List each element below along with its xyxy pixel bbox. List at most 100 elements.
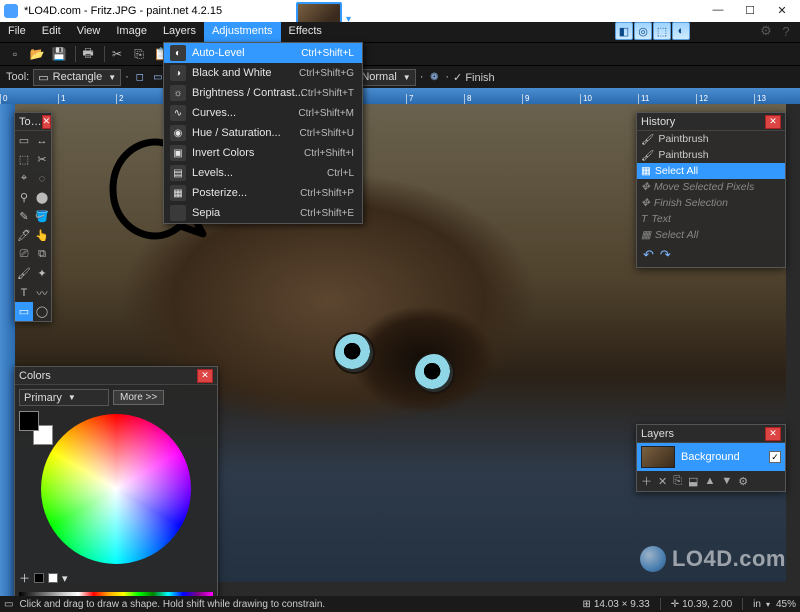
tool-paint-bucket[interactable]: ✎ xyxy=(15,207,33,226)
tool-move[interactable]: ↔ xyxy=(33,131,51,150)
unit-selector[interactable]: in▾ xyxy=(753,599,770,610)
menu-item-levels[interactable]: ▤ Levels...Ctrl+L xyxy=(164,163,362,183)
status-bar: ▭ Click and drag to draw a shape. Hold s… xyxy=(0,596,800,612)
image-content xyxy=(335,334,373,372)
layer-visibility-checkbox[interactable]: ✓ xyxy=(769,451,781,463)
tool-pan[interactable]: ⬤ xyxy=(33,188,51,207)
history-item[interactable]: ✥Move Selected Pixels xyxy=(637,179,785,195)
close-icon[interactable]: ✕ xyxy=(197,369,213,383)
tool-lasso[interactable]: ⬚ xyxy=(15,150,33,169)
settings-icon[interactable]: ⚙ xyxy=(758,23,774,39)
menu-view[interactable]: View xyxy=(69,22,109,42)
help-icon[interactable]: ? xyxy=(778,23,794,39)
layer-down-icon[interactable]: ▼ xyxy=(721,475,732,487)
redo-icon[interactable]: ↷ xyxy=(660,247,671,263)
menu-file[interactable]: File xyxy=(0,22,34,42)
color-wheel[interactable] xyxy=(41,414,191,564)
tool-clone-stamp[interactable]: 🖌 xyxy=(15,264,33,283)
add-color-icon[interactable]: ＋ xyxy=(19,570,30,586)
tool-paintbrush[interactable]: 🖊 xyxy=(15,226,33,245)
history-item[interactable]: ✥Finish Selection xyxy=(637,195,785,211)
tool-text[interactable]: T xyxy=(15,283,33,302)
close-icon[interactable]: ✕ xyxy=(765,115,781,129)
tool-shapes[interactable]: ▭ xyxy=(15,302,33,321)
tool-pencil[interactable]: ⎚ xyxy=(15,245,33,264)
add-layer-icon[interactable]: ＋ xyxy=(641,473,652,489)
copy-icon[interactable]: ⎘ xyxy=(130,45,148,63)
tool-eraser[interactable]: 👆 xyxy=(33,226,51,245)
menu-layers[interactable]: Layers xyxy=(155,22,204,42)
menu-item-curves[interactable]: ∿ Curves...Ctrl+Shift+M xyxy=(164,103,362,123)
save-icon[interactable]: 💾 xyxy=(50,45,68,63)
primary-color-swatch[interactable] xyxy=(19,411,39,431)
tool-shapes-alt[interactable]: ◯ xyxy=(33,302,51,321)
chevron-down-icon: ▼ xyxy=(403,73,411,82)
close-icon[interactable]: ✕ xyxy=(42,115,52,129)
merge-layer-icon[interactable]: ⬓ xyxy=(688,475,698,488)
panel-toggle-layers[interactable]: ⬚ xyxy=(653,22,671,40)
shape-style-icon[interactable]: ◻ xyxy=(133,70,147,84)
ruler-horizontal: 012 345 678 91011 121314 xyxy=(0,88,800,104)
tool-move-selection[interactable]: ✂ xyxy=(33,150,51,169)
menu-image[interactable]: Image xyxy=(108,22,155,42)
history-item[interactable]: ▦Select All xyxy=(637,163,785,179)
menu-item-sepia[interactable]: SepiaCtrl+Shift+E xyxy=(164,203,362,223)
menu-item-posterize[interactable]: ▦ Posterize...Ctrl+Shift+P xyxy=(164,183,362,203)
color-mode-selector[interactable]: Primary▼ xyxy=(19,389,109,406)
color-swatches[interactable] xyxy=(19,411,53,445)
window-maximize-button[interactable]: ☐ xyxy=(734,0,766,20)
tools-panel: To… ✕ ▭ ↔ ⬚ ✂ ⌖ ◌ ⚲ ⬤ ✎ 🪣 🖊 👆 ⎚ ⧉ 🖌 ✦ T … xyxy=(14,112,52,322)
history-item[interactable]: 🖌Paintbrush xyxy=(637,131,785,147)
palette-color[interactable] xyxy=(34,573,44,583)
new-icon[interactable]: ▫ xyxy=(6,45,24,63)
zoom-control[interactable]: 45% xyxy=(776,599,796,610)
window-close-button[interactable]: ✕ xyxy=(766,0,798,20)
finish-button[interactable]: ✓ Finish xyxy=(453,71,495,84)
panel-title: Layers xyxy=(641,428,674,440)
layer-row[interactable]: Background ✓ xyxy=(637,443,785,471)
delete-layer-icon[interactable]: ✕ xyxy=(658,475,667,488)
palette-color[interactable] xyxy=(48,573,58,583)
palette-menu-icon[interactable]: ▾ xyxy=(62,572,68,585)
undo-icon[interactable]: ↶ xyxy=(643,247,654,263)
menu-adjustments[interactable]: Adjustments xyxy=(204,22,281,42)
cut-icon[interactable]: ✂ xyxy=(108,45,126,63)
history-item[interactable]: TText xyxy=(637,211,785,227)
ruler-vertical xyxy=(0,104,15,596)
tool-ellipse-select[interactable]: ⌖ xyxy=(15,169,33,188)
history-item[interactable]: ▦Select All xyxy=(637,227,785,243)
menu-item-auto-level[interactable]: ◐ Auto-Level Ctrl+Shift+L xyxy=(164,43,362,63)
menu-item-invert-colors[interactable]: ▣ Invert ColorsCtrl+Shift+I xyxy=(164,143,362,163)
tool-zoom[interactable]: ◌ xyxy=(33,169,51,188)
tool-recolor[interactable]: ✦ xyxy=(33,264,51,283)
panel-toggle-tools[interactable]: ◧ xyxy=(615,22,633,40)
blend-mode-selector[interactable]: Normal ▼ xyxy=(356,69,415,86)
close-icon[interactable]: ✕ xyxy=(765,427,781,441)
panel-toggle-history[interactable]: ◎ xyxy=(634,22,652,40)
tool-magic-wand[interactable]: ⚲ xyxy=(15,188,33,207)
tool-gradient[interactable]: 🪣 xyxy=(33,207,51,226)
open-icon[interactable]: 📂 xyxy=(28,45,46,63)
layer-properties-icon[interactable]: ⚙ xyxy=(738,475,748,488)
status-hint: Click and drag to draw a shape. Hold shi… xyxy=(19,599,325,610)
layer-up-icon[interactable]: ▲ xyxy=(704,475,715,487)
history-item[interactable]: 🖌Paintbrush xyxy=(637,147,785,163)
menu-item-hue-saturation[interactable]: ◉ Hue / Saturation...Ctrl+Shift+U xyxy=(164,123,362,143)
panel-title: Colors xyxy=(19,370,51,382)
menu-item-black-and-white[interactable]: ◑ Black and WhiteCtrl+Shift+G xyxy=(164,63,362,83)
colors-more-button[interactable]: More >> xyxy=(113,390,164,405)
tool-color-picker[interactable]: ⧉ xyxy=(33,245,51,264)
scrollbar-vertical[interactable] xyxy=(786,104,800,596)
print-icon[interactable]: 🖶 xyxy=(79,45,97,63)
panel-toggle-colors[interactable]: ◐ xyxy=(672,22,690,40)
window-minimize-button[interactable]: ― xyxy=(702,0,734,20)
brightness-icon: ☼ xyxy=(170,85,186,101)
menu-effects[interactable]: Effects xyxy=(281,22,330,42)
tool-selector[interactable]: ▭ Rectangle ▼ xyxy=(33,69,121,86)
selection-mode-icon[interactable]: ❁ xyxy=(427,70,441,84)
menu-item-brightness-contrast[interactable]: ☼ Brightness / Contrast...Ctrl+Shift+T xyxy=(164,83,362,103)
duplicate-layer-icon[interactable]: ⎘ xyxy=(673,475,682,488)
menu-edit[interactable]: Edit xyxy=(34,22,69,42)
tool-line[interactable]: 〰 xyxy=(33,283,51,302)
tool-rectangle-select[interactable]: ▭ xyxy=(15,131,33,150)
